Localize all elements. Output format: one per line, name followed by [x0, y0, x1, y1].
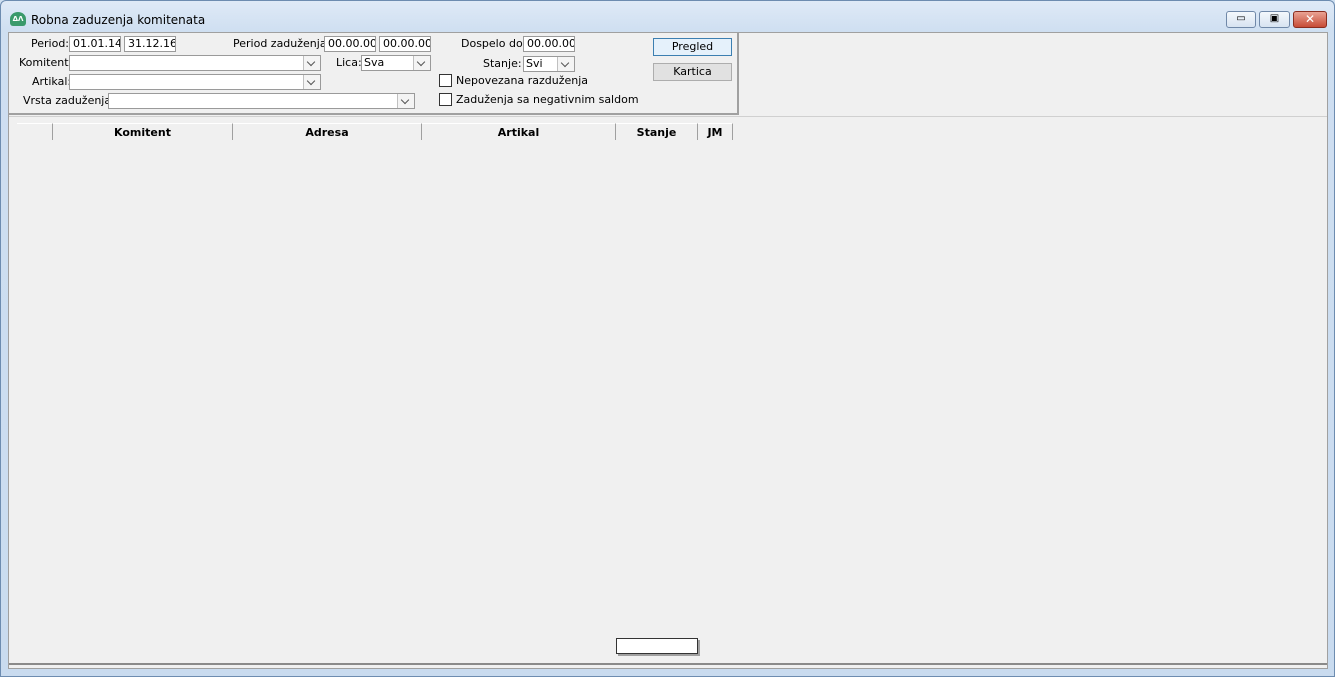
window-title: Robna zaduzenja komitenata	[31, 13, 206, 27]
close-button[interactable]: ✕	[1293, 11, 1327, 28]
column-header-jm[interactable]: JM	[698, 123, 733, 140]
lica-value: Sva	[364, 56, 385, 69]
chevron-down-icon[interactable]	[413, 56, 430, 70]
maximize-button[interactable]: ▣	[1259, 11, 1290, 28]
chevron-down-icon[interactable]	[557, 57, 574, 71]
minimize-button[interactable]: ▭	[1226, 11, 1256, 28]
app-logo-icon: ΔΛ	[10, 12, 26, 26]
negativni-label: Zaduženja sa negativnim saldom	[456, 93, 639, 106]
column-header-artikal[interactable]: Artikal	[422, 123, 616, 140]
artikal-label: Artikal:	[32, 75, 72, 88]
filter-panel: Period: 01.01.14 31.12.16 Period zadužen…	[9, 33, 739, 115]
lica-combo[interactable]: Sva	[361, 55, 431, 71]
bottom-divider	[9, 663, 1327, 665]
dospelo-input[interactable]: 00.00.00	[523, 36, 575, 52]
komitent-combo[interactable]	[69, 55, 321, 71]
period-zaduzenja-label: Period zaduženja:	[233, 37, 331, 50]
status-field	[616, 638, 698, 654]
column-header-komitent[interactable]: Komitent	[53, 123, 233, 140]
vrsta-combo[interactable]	[108, 93, 415, 109]
lica-label: Lica:	[336, 56, 362, 69]
artikal-combo[interactable]	[69, 74, 321, 90]
stanje-combo[interactable]: Svi	[523, 56, 575, 72]
nepovezana-label: Nepovezana razduženja	[456, 74, 589, 87]
period-label: Period:	[31, 37, 70, 50]
period-zaduzenja-from-input[interactable]: 00.00.00	[324, 36, 376, 52]
pregled-button[interactable]: Pregled	[653, 38, 732, 56]
nepovezana-checkbox[interactable]	[439, 74, 452, 87]
column-header-adresa[interactable]: Adresa	[233, 123, 422, 140]
komitent-label: Komitent:	[19, 56, 73, 69]
column-header-stanje[interactable]: Stanje	[616, 123, 698, 140]
main-window: ΔΛ Robna zaduzenja komitenata ▭ ▣ ✕ Peri…	[0, 0, 1335, 677]
divider	[9, 116, 1327, 117]
title-bar[interactable]: ΔΛ Robna zaduzenja komitenata ▭ ▣ ✕	[1, 1, 1334, 31]
kartica-button[interactable]: Kartica	[653, 63, 732, 81]
period-zaduzenja-to-input[interactable]: 00.00.00	[379, 36, 431, 52]
vrsta-label: Vrsta zaduženja:	[23, 94, 115, 107]
dospelo-label: Dospelo do:	[461, 37, 527, 50]
stanje-value: Svi	[526, 57, 543, 70]
chevron-down-icon[interactable]	[397, 94, 414, 108]
column-header-selector[interactable]	[17, 123, 53, 140]
period-to-input[interactable]: 31.12.16	[124, 36, 176, 52]
chevron-down-icon[interactable]	[303, 56, 320, 70]
chevron-down-icon[interactable]	[303, 75, 320, 89]
stanje-label: Stanje:	[483, 57, 522, 70]
period-from-input[interactable]: 01.01.14	[69, 36, 121, 52]
client-area: Period: 01.01.14 31.12.16 Period zadužen…	[8, 32, 1328, 669]
negativni-checkbox[interactable]	[439, 93, 452, 106]
